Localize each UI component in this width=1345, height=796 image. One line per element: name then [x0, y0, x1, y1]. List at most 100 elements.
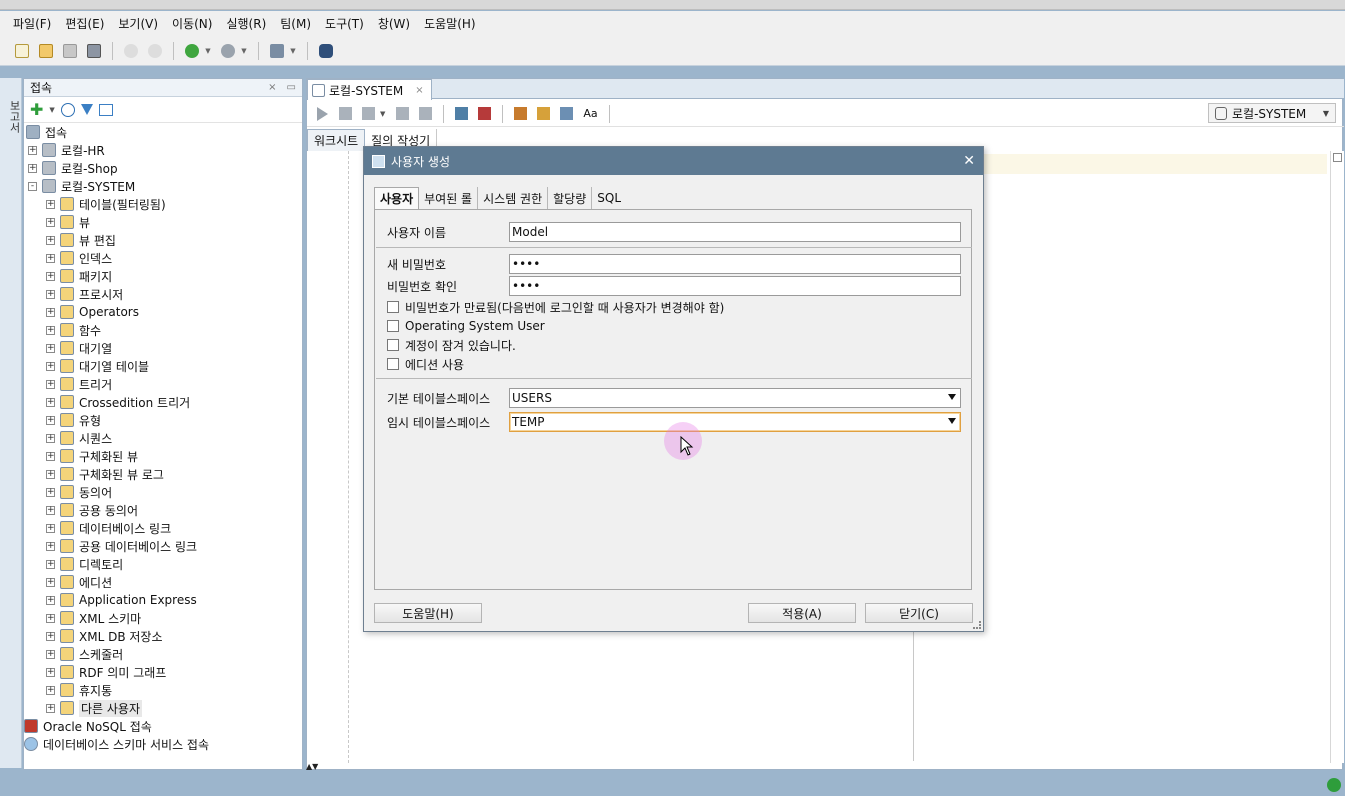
menu-item[interactable]: 실행(R): [219, 15, 273, 32]
expand-icon[interactable]: +: [46, 325, 55, 335]
checkbox-box[interactable]: [387, 339, 399, 351]
close-icon[interactable]: ×: [268, 82, 276, 93]
sql-worksheet-icon[interactable]: [267, 41, 287, 61]
add-connection-icon[interactable]: ✚: [30, 100, 43, 119]
tree-root-connections[interactable]: 접속: [24, 123, 302, 141]
forward-icon[interactable]: [218, 41, 238, 61]
expand-icon[interactable]: +: [46, 577, 55, 587]
password-expired-checkbox[interactable]: 비밀번호가 만료됨(다음번에 로그인할 때 사용자가 변경해야 함): [387, 298, 724, 316]
expand-icon[interactable]: +: [46, 217, 55, 227]
tree-item[interactable]: + 뷰: [24, 213, 302, 231]
tree-item[interactable]: + RDF 의미 그래프: [24, 663, 302, 681]
tree-item[interactable]: + 프로시저: [24, 285, 302, 303]
tree-item-nosql[interactable]: Oracle NoSQL 접속: [24, 717, 302, 735]
checkbox-box[interactable]: [387, 358, 399, 370]
tree-item[interactable]: + 대기열: [24, 339, 302, 357]
tree-item[interactable]: + 스케줄러: [24, 645, 302, 663]
format-text-icon[interactable]: Aa: [583, 107, 597, 120]
tree-item[interactable]: + XML DB 저장소: [24, 627, 302, 645]
scroll-arrows[interactable]: ▲▼: [306, 762, 336, 771]
close-button[interactable]: 닫기(C): [865, 603, 973, 623]
expand-icon[interactable]: +: [46, 199, 55, 209]
tree-item[interactable]: + 공용 동의어: [24, 501, 302, 519]
tree-item[interactable]: - 로컬-SYSTEM: [24, 177, 302, 195]
resize-grip[interactable]: [973, 621, 981, 629]
expand-icon[interactable]: +: [46, 253, 55, 263]
forward-dropdown-icon[interactable]: ▼: [240, 47, 248, 55]
back-dropdown-icon[interactable]: ▼: [204, 47, 212, 55]
expand-icon[interactable]: +: [46, 505, 55, 515]
tree-item[interactable]: + 트리거: [24, 375, 302, 393]
expand-icon[interactable]: +: [28, 163, 37, 173]
tree-item-schema-service[interactable]: 데이터베이스 스키마 서비스 접속: [24, 735, 302, 753]
editor-tab-local-system[interactable]: 로컬-SYSTEM ×: [307, 79, 432, 100]
menu-item[interactable]: 도구(T): [318, 15, 371, 32]
expand-icon[interactable]: +: [46, 469, 55, 479]
expand-icon[interactable]: +: [46, 289, 55, 299]
menu-item[interactable]: 팀(M): [273, 15, 318, 32]
expand-icon[interactable]: +: [46, 433, 55, 443]
tree-item[interactable]: + 공용 데이터베이스 링크: [24, 537, 302, 555]
save-icon[interactable]: [60, 41, 80, 61]
redo-icon[interactable]: [145, 41, 165, 61]
tree-item[interactable]: + 에디션: [24, 573, 302, 591]
new-file-icon[interactable]: [12, 41, 32, 61]
temp-tablespace-select[interactable]: TEMP: [509, 412, 961, 432]
new-password-input[interactable]: ••••: [509, 254, 961, 274]
run-script-icon[interactable]: [339, 107, 352, 120]
expand-icon[interactable]: +: [46, 451, 55, 461]
tab-quotas[interactable]: 할당량: [548, 187, 593, 209]
close-icon[interactable]: ×: [415, 85, 423, 96]
commit-icon[interactable]: [362, 107, 375, 120]
tab-system-privileges[interactable]: 시스템 권한: [478, 187, 549, 209]
minimize-icon[interactable]: ▭: [287, 82, 296, 93]
expand-icon[interactable]: +: [46, 235, 55, 245]
expand-icon[interactable]: +: [46, 343, 55, 353]
menu-item[interactable]: 도움말(H): [417, 15, 483, 32]
tree-item[interactable]: + Operators: [24, 303, 302, 321]
tree-item[interactable]: + 데이터베이스 링크: [24, 519, 302, 537]
tree-item[interactable]: + Crossedition 트리거: [24, 393, 302, 411]
expand-icon[interactable]: +: [46, 541, 55, 551]
save-all-icon[interactable]: [84, 41, 104, 61]
expand-icon[interactable]: +: [46, 415, 55, 425]
autotrace-icon[interactable]: [419, 107, 433, 120]
checkbox-box[interactable]: [387, 320, 399, 332]
menu-item[interactable]: 이동(N): [165, 15, 219, 32]
menu-item[interactable]: 보기(V): [111, 15, 165, 32]
editions-enabled-checkbox[interactable]: 에디션 사용: [387, 355, 464, 373]
expand-icon[interactable]: +: [28, 145, 37, 155]
expand-icon[interactable]: +: [46, 649, 55, 659]
tree-item[interactable]: + Application Express: [24, 591, 302, 609]
binoculars-icon[interactable]: [316, 41, 336, 61]
tree-item[interactable]: + 휴지통: [24, 681, 302, 699]
sql-worksheet-dropdown-icon[interactable]: ▼: [289, 47, 297, 55]
tree-item[interactable]: + 뷰 편집: [24, 231, 302, 249]
undo-icon[interactable]: [121, 41, 141, 61]
rollback-icon[interactable]: [396, 107, 410, 120]
tab-sql[interactable]: SQL: [592, 187, 626, 209]
tree-item[interactable]: + 디렉토리: [24, 555, 302, 573]
vertical-scrollbar[interactable]: [1330, 151, 1344, 763]
dropdown-icon[interactable]: ▼: [380, 110, 385, 118]
tree-item[interactable]: + 함수: [24, 321, 302, 339]
back-icon[interactable]: [182, 41, 202, 61]
tree-item[interactable]: + 구체화된 뷰: [24, 447, 302, 465]
expand-icon[interactable]: +: [46, 631, 55, 641]
expand-icon[interactable]: +: [46, 361, 55, 371]
apply-button[interactable]: 적용(A): [748, 603, 856, 623]
refresh-icon[interactable]: [60, 102, 75, 117]
tree-item[interactable]: + 구체화된 뷰 로그: [24, 465, 302, 483]
tab-granted-roles[interactable]: 부여된 롤: [419, 187, 479, 209]
help-button[interactable]: 도움말(H): [374, 603, 482, 623]
expand-icon[interactable]: +: [46, 523, 55, 533]
checkbox-box[interactable]: [387, 301, 399, 313]
add-dropdown-icon[interactable]: ▼: [49, 106, 54, 114]
expand-icon[interactable]: +: [46, 703, 55, 713]
sql-tuning-icon[interactable]: [560, 107, 574, 120]
tree-item[interactable]: + 시퀀스: [24, 429, 302, 447]
expand-icon[interactable]: +: [46, 667, 55, 677]
tree-item[interactable]: + 다른 사용자: [24, 699, 302, 717]
connection-selector[interactable]: 로컬-SYSTEM ▼: [1208, 103, 1336, 123]
tree-item[interactable]: + 패키지: [24, 267, 302, 285]
